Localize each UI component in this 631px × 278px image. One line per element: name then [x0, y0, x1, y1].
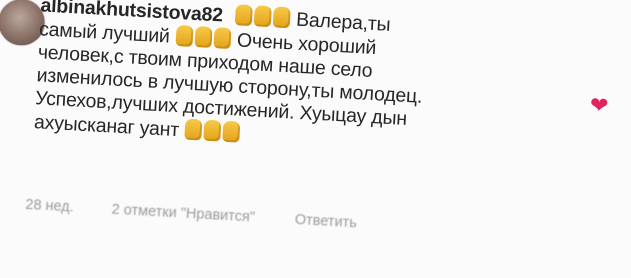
- clapping-hands-emoji-icon: [213, 27, 232, 49]
- reply-button[interactable]: Ответить: [294, 212, 357, 231]
- comment-time: 28 нед.: [24, 196, 75, 216]
- clapping-hands-emoji-icon: [175, 24, 194, 47]
- clapping-hands-emoji-icon: [253, 5, 272, 28]
- comment-item: albinakhutsistova82 Валера,ты самый лучш…: [0, 0, 631, 278]
- clapping-hands-emoji-icon: [234, 4, 253, 27]
- clapping-hands-emoji-icon: [222, 120, 241, 143]
- heart-icon[interactable]: ❤: [589, 92, 609, 118]
- clapping-hands-emoji-icon: [272, 6, 291, 29]
- likes-count-link[interactable]: 2 отметки "Нравится": [111, 202, 255, 226]
- clapping-hands-emoji-icon: [194, 26, 213, 48]
- comment-meta: 28 нед. 2 отметки "Нравится" Ответить: [25, 197, 393, 234]
- clapping-hands-emoji-icon: [203, 119, 222, 142]
- comment-body: albinakhutsistova82 Валера,ты самый лучш…: [33, 0, 560, 163]
- clapping-hands-emoji-icon: [184, 118, 203, 141]
